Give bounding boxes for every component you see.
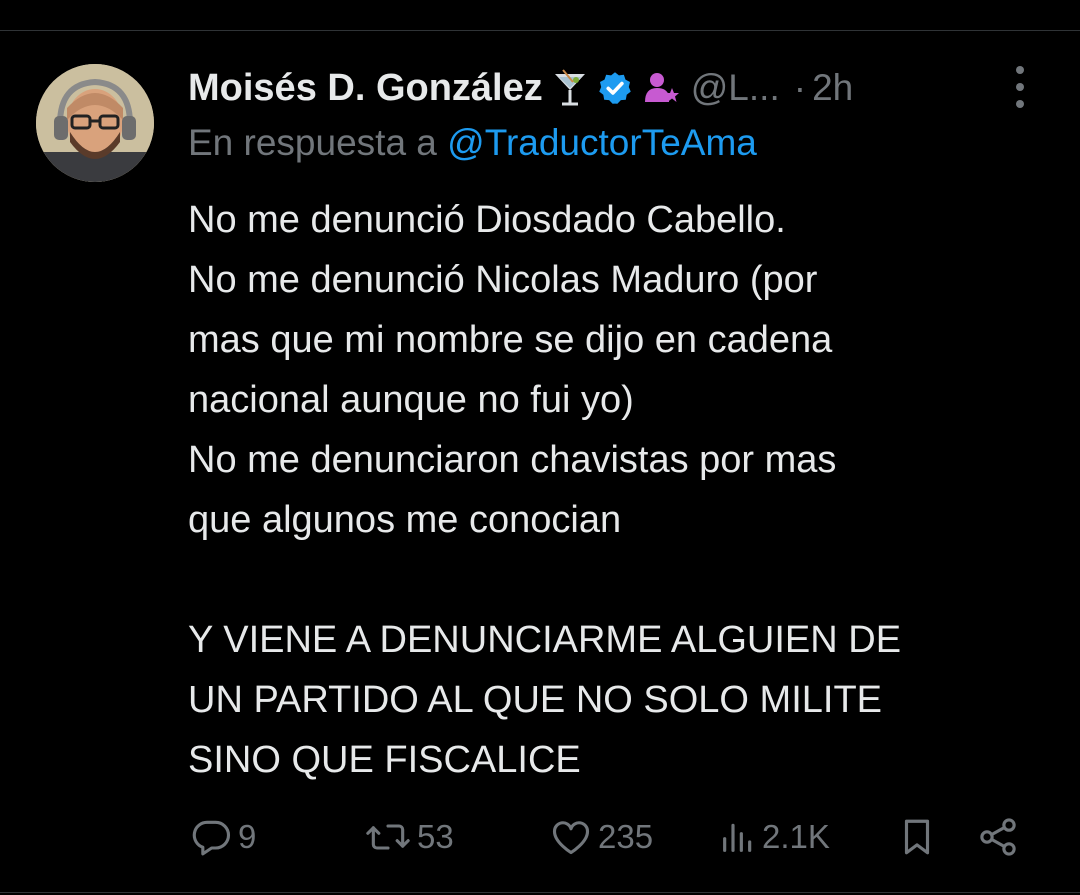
tweet-line: mas que mi nombre se dijo en cadena: [188, 319, 833, 361]
reply-to-link[interactable]: @TraductorTeAma: [447, 122, 757, 163]
tweet-line: No me denunció Nicolas Maduro (por: [188, 259, 818, 301]
reply-count: 9: [238, 818, 257, 855]
reply-icon: [190, 815, 234, 859]
share-button[interactable]: [976, 810, 1020, 864]
tweet-line: que algunos me conocian: [188, 499, 622, 541]
action-bar: 9 53 235 2.1K: [188, 810, 1038, 864]
cocktail-icon: [553, 68, 587, 108]
views-icon: [718, 815, 758, 859]
retweet-button[interactable]: 53: [363, 810, 454, 864]
tweet-line: No me denunció Diosdado Cabello.: [188, 199, 786, 241]
affiliate-person-icon[interactable]: [643, 70, 681, 106]
tweet-header: Moisés D. González @L... · 2h: [188, 62, 1048, 114]
tweet-text: No me denunció Diosdado Cabello. No me d…: [188, 190, 1018, 790]
more-icon[interactable]: [1004, 66, 1036, 108]
views-count: 2.1K: [762, 818, 830, 855]
tweet-line: SINO QUE FISCALICE: [188, 739, 581, 781]
retweet-count: 53: [417, 818, 454, 855]
views-button[interactable]: 2.1K: [718, 810, 830, 864]
avatar-illustration: [36, 64, 154, 182]
timestamp[interactable]: 2h: [812, 67, 853, 109]
separator-dot: ·: [793, 67, 807, 108]
reply-prefix: En respuesta a: [188, 122, 437, 163]
like-icon: [548, 815, 594, 859]
tweet-line: Y VIENE A DENUNCIARME ALGUIEN DE: [188, 619, 902, 661]
reply-button[interactable]: 9: [190, 810, 256, 864]
share-icon: [976, 815, 1020, 859]
top-divider: [0, 30, 1080, 31]
bookmark-icon: [896, 814, 938, 860]
retweet-icon: [363, 815, 413, 859]
avatar[interactable]: [36, 64, 154, 182]
author-handle[interactable]: @L...: [691, 67, 780, 109]
bookmark-button[interactable]: [896, 810, 938, 864]
like-button[interactable]: 235: [548, 810, 653, 864]
reply-context: En respuesta a @TraductorTeAma: [188, 122, 757, 164]
like-count: 235: [598, 818, 654, 855]
author-name[interactable]: Moisés D. González: [188, 67, 543, 110]
tweet-line: No me denunciaron chavistas por mas: [188, 439, 837, 481]
tweet-line: nacional aunque no fui yo): [188, 379, 634, 421]
bottom-divider: [0, 892, 1080, 893]
paragraph-break: [188, 550, 1018, 610]
tweet-line: UN PARTIDO AL QUE NO SOLO MILITE: [188, 679, 883, 721]
verified-badge-icon[interactable]: [597, 70, 633, 106]
